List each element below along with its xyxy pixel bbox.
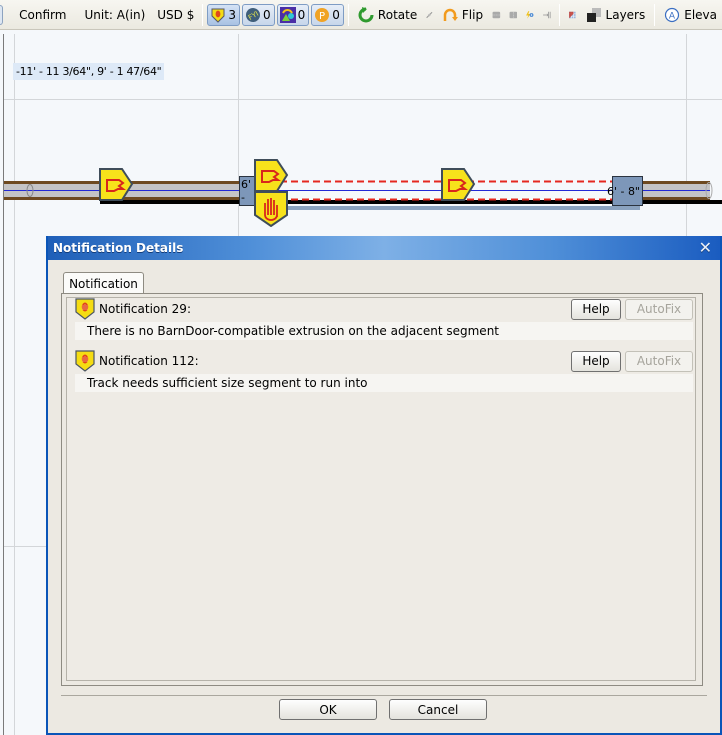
layers-icon bbox=[586, 7, 601, 22]
svg-text:A: A bbox=[669, 11, 676, 21]
main-toolbar: Confirm Unit: A(in) USD $ 3 FYI 0 0 P 0 … bbox=[0, 0, 722, 30]
warning-hand-shield-icon bbox=[211, 8, 225, 23]
fyi-icon: FYI bbox=[246, 7, 260, 22]
dialog-title-bar[interactable]: Notification Details ✕ bbox=[48, 236, 720, 260]
help-button[interactable]: Help bbox=[571, 298, 621, 320]
confirm-button[interactable]: Confirm bbox=[15, 8, 70, 22]
flip-icon bbox=[443, 8, 458, 21]
dialog-title: Notification Details bbox=[53, 241, 184, 255]
cancel-button[interactable]: Cancel bbox=[389, 699, 487, 720]
rotate-button[interactable]: Rotate bbox=[353, 6, 422, 23]
warning-hand-marker[interactable] bbox=[441, 168, 476, 201]
notification-list: Notification 29: Help AutoFix There is n… bbox=[66, 297, 696, 681]
tab-notification-label: Notification bbox=[69, 276, 138, 291]
dialog-footer-divider bbox=[61, 695, 707, 696]
elevation-label: Eleva bbox=[684, 7, 718, 22]
notification-title: Notification 112: bbox=[99, 354, 199, 368]
track-underline-right bbox=[240, 200, 722, 204]
warning-hand-shield-icon bbox=[75, 350, 95, 372]
stop-hand-marker[interactable] bbox=[254, 191, 288, 227]
dimension-left-text: 6' - bbox=[241, 178, 252, 204]
notification-badges: 3 FYI 0 0 P 0 bbox=[207, 3, 344, 26]
split-vertical-icon[interactable] bbox=[509, 7, 518, 23]
elevation-icon: A bbox=[665, 7, 680, 22]
rotate-icon bbox=[358, 6, 374, 22]
p-circle-icon: P bbox=[315, 7, 330, 22]
rotate-label: Rotate bbox=[377, 7, 418, 22]
flip-button[interactable]: Flip bbox=[437, 7, 488, 23]
grid-material-icon[interactable] bbox=[568, 7, 577, 23]
warning-hand-marker[interactable] bbox=[254, 159, 289, 192]
layers-button[interactable]: Layers bbox=[581, 7, 651, 23]
grid-line bbox=[4, 99, 722, 100]
notification-tab-panel: Notification 29: Help AutoFix There is n… bbox=[61, 293, 703, 686]
flip-label: Flip bbox=[461, 7, 484, 22]
close-icon[interactable]: ✕ bbox=[699, 238, 712, 257]
split-horizontal-icon[interactable] bbox=[492, 7, 501, 23]
toolbar-separator bbox=[558, 3, 560, 26]
ok-button[interactable]: OK bbox=[279, 699, 377, 720]
grid-line bbox=[14, 34, 15, 735]
currency-selector[interactable]: USD $ bbox=[153, 8, 198, 22]
dimension-right-text: 6' - 8" bbox=[606, 184, 640, 198]
notification-title: Notification 29: bbox=[99, 302, 191, 316]
notification-details-dialog: Notification Details ✕ Notification Noti… bbox=[46, 236, 722, 735]
p-count: 0 bbox=[332, 7, 340, 22]
align-end-icon[interactable] bbox=[542, 7, 551, 23]
cursor-coordinate-readout: -11' - 11 3/64", 9' - 1 47/64" bbox=[13, 63, 165, 80]
toolbar-separator bbox=[202, 3, 204, 26]
help-button[interactable]: Help bbox=[571, 350, 621, 372]
toolbar-previous-button[interactable] bbox=[0, 4, 4, 25]
warning-hand-marker[interactable] bbox=[99, 168, 134, 201]
selected-segment-shadow bbox=[280, 206, 640, 210]
unit-selector[interactable]: Unit: A(in) bbox=[80, 8, 149, 22]
toolbar-separator bbox=[347, 3, 349, 26]
fyi-count: 0 bbox=[263, 7, 271, 22]
warning-count: 3 bbox=[228, 7, 236, 22]
tab-notification[interactable]: Notification bbox=[63, 272, 144, 294]
shapes-count-badge[interactable]: 0 bbox=[276, 3, 310, 26]
autofix-button[interactable]: AutoFix bbox=[625, 298, 693, 320]
toolbar-separator bbox=[654, 3, 656, 26]
svg-text:P: P bbox=[319, 11, 325, 22]
align-diagonal-icon[interactable] bbox=[425, 7, 434, 23]
notification-item: Notification 112: Help AutoFix Track nee… bbox=[75, 350, 693, 392]
p-count-badge[interactable]: P 0 bbox=[311, 3, 344, 26]
elevation-button[interactable]: A Eleva bbox=[659, 7, 722, 23]
notification-message: Track needs sufficient size segment to r… bbox=[75, 374, 693, 392]
power-add-icon[interactable] bbox=[525, 7, 534, 23]
autofix-button[interactable]: AutoFix bbox=[625, 350, 693, 372]
shapes-icon bbox=[279, 6, 296, 23]
notification-message: There is no BarnDoor-compatible extrusio… bbox=[75, 322, 693, 340]
warning-hand-shield-icon bbox=[75, 298, 95, 320]
dimension-label-right[interactable]: 6' - 8" bbox=[607, 176, 643, 206]
warning-count-badge[interactable]: 3 bbox=[207, 3, 240, 26]
canvas-border bbox=[3, 34, 4, 735]
layers-label: Layers bbox=[605, 7, 646, 22]
shapes-count: 0 bbox=[297, 7, 306, 22]
notification-item: Notification 29: Help AutoFix There is n… bbox=[75, 298, 693, 340]
fyi-count-badge[interactable]: FYI 0 bbox=[242, 3, 275, 26]
